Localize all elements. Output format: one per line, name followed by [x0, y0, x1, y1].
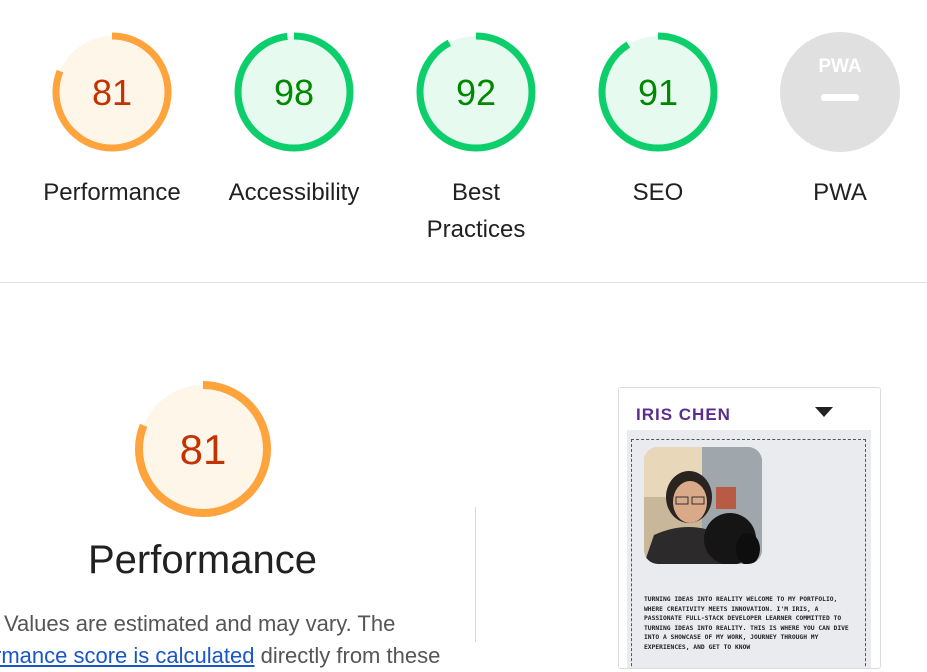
- gauge-seo-ring: 91: [598, 32, 718, 152]
- profile-photo-image: [644, 447, 762, 564]
- gauge-performance[interactable]: 81 Performance: [37, 30, 187, 211]
- gauge-best-practices-ring: 92: [416, 32, 536, 152]
- chevron-down-icon: [815, 407, 833, 417]
- category-scores: 81 Performance 98 Accessibility 92 Best …: [0, 0, 927, 283]
- label-line-1: Best: [451, 179, 501, 206]
- gauge-pwa[interactable]: PWA PWA: [765, 30, 915, 211]
- performance-description: Values are estimated and may vary. The r…: [0, 608, 464, 672]
- gauge-seo[interactable]: 91 SEO: [583, 30, 733, 211]
- preview-content: Turning ideas into reality Welcome to my…: [627, 430, 871, 668]
- label-line-2: Practices: [426, 216, 526, 243]
- pwa-badge-text: PWA: [818, 56, 862, 77]
- preview-intro-text: Turning ideas into reality Welcome to my…: [644, 596, 849, 651]
- gauge-best-practices[interactable]: 92 Best Practices: [401, 30, 551, 248]
- preview-brand: IRIS CHEN: [636, 405, 731, 424]
- gauge-accessibility-ring: 98: [234, 32, 354, 152]
- pwa-icon: PWA: [780, 32, 900, 152]
- vertical-divider: [475, 507, 476, 642]
- calculated-link[interactable]: calculated: [155, 643, 254, 668]
- gauge-accessibility-label: Accessibility: [228, 179, 360, 206]
- desc-line-1: Values are estimated and may vary. The: [4, 611, 396, 636]
- gauge-seo-label: SEO: [632, 179, 684, 206]
- gauge-performance-label: Performance: [43, 179, 181, 206]
- performance-large-score: 81: [180, 426, 227, 473]
- gauge-accessibility[interactable]: 98 Accessibility: [219, 30, 369, 211]
- gauge-seo-score: 91: [638, 72, 678, 113]
- performance-gauge-large: 81: [130, 376, 276, 527]
- final-screenshot-preview[interactable]: IRIS CHEN Turning ideas into reality Wel…: [618, 387, 881, 669]
- pwa-dash-icon: [821, 94, 859, 101]
- profile-photo: [644, 447, 762, 564]
- performance-large-ring: 81: [135, 381, 271, 517]
- section-divider: [0, 282, 927, 283]
- performance-title: Performance: [88, 538, 317, 582]
- desc-text-end: directly from these: [254, 643, 441, 668]
- gauge-pwa-label: PWA: [813, 179, 867, 206]
- desc-text-start: rmance score is: [0, 643, 156, 668]
- desc-line-2: rmance score is calculated directly from…: [0, 640, 464, 672]
- gauge-best-practices-label: Best Practices: [401, 174, 551, 248]
- gauge-performance-ring: 81: [52, 32, 172, 152]
- gauge-accessibility-score: 98: [274, 72, 314, 113]
- gauge-best-practices-score: 92: [456, 72, 496, 113]
- preview-header: IRIS CHEN: [619, 388, 880, 430]
- gauge-performance-score: 81: [92, 72, 132, 113]
